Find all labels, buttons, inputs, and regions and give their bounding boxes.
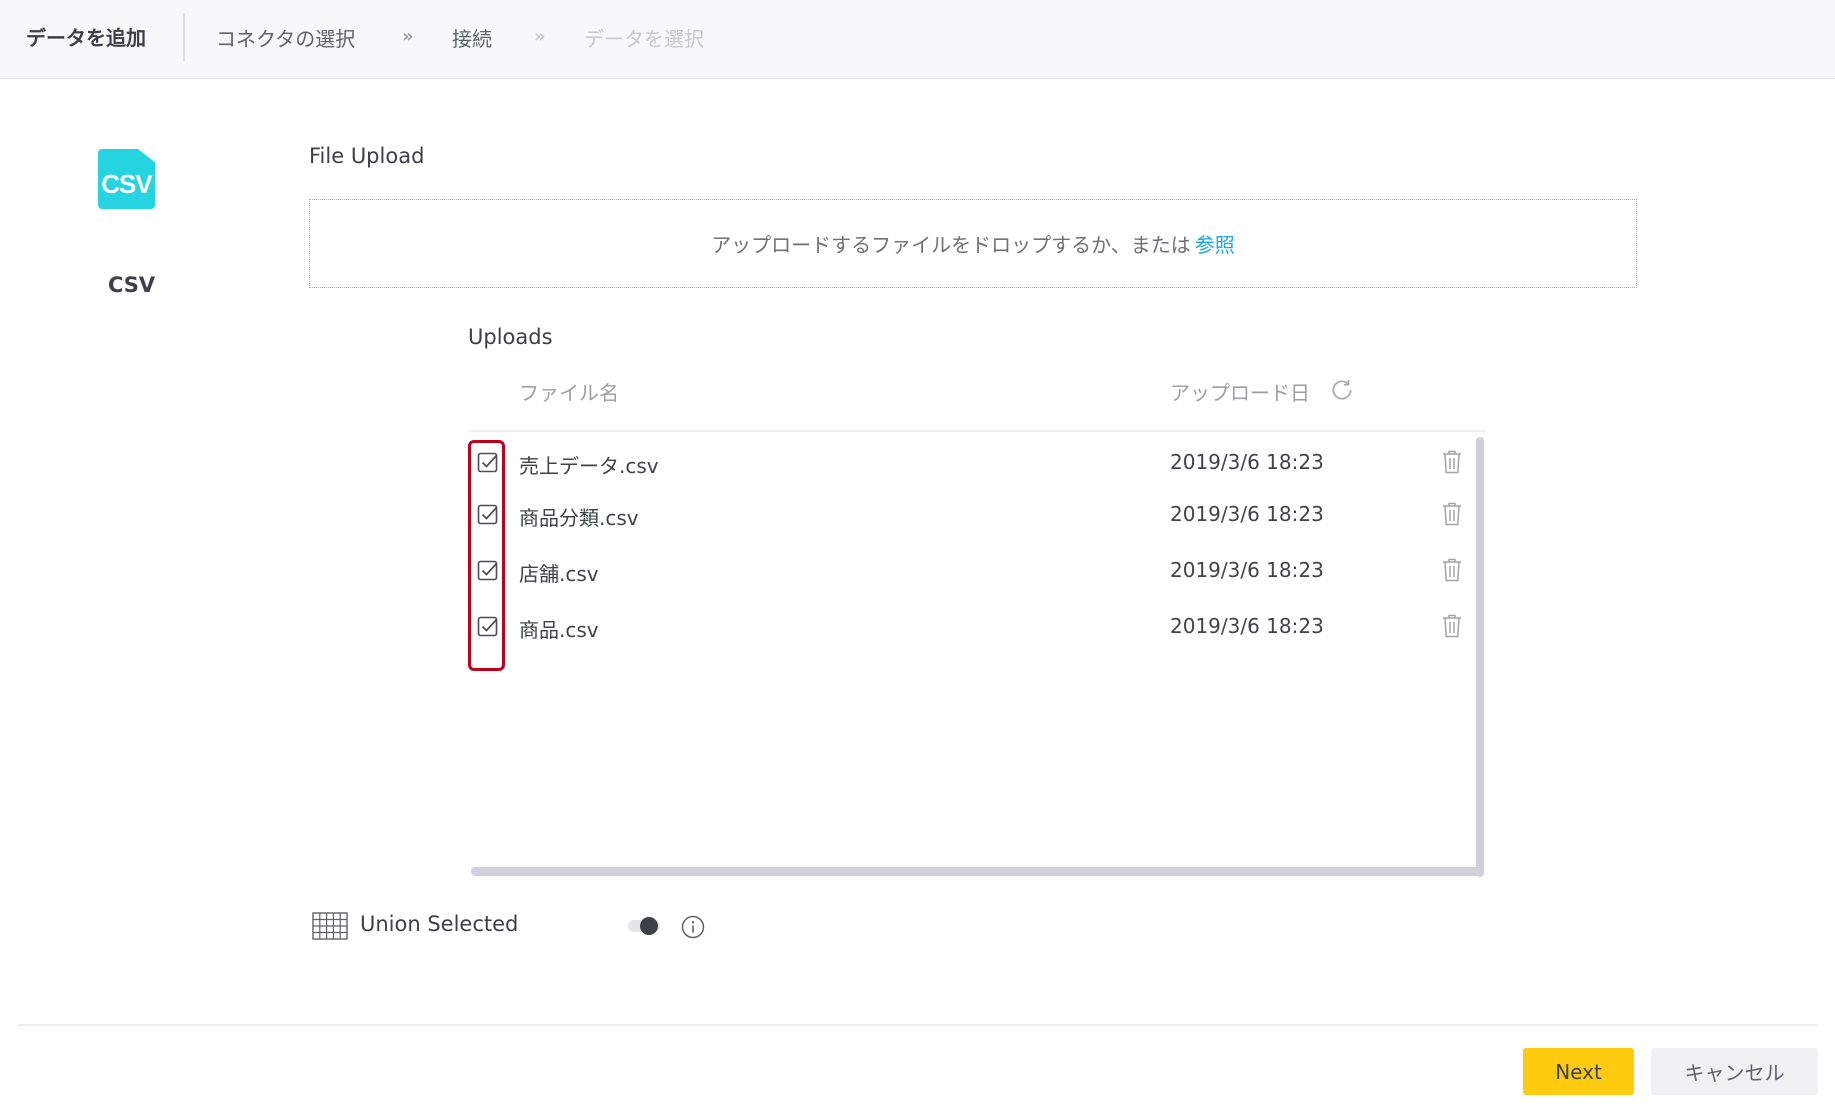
file-name: 商品分類.csv xyxy=(519,506,639,530)
drop-zone-text: アップロードするファイルをドロップするか、または xyxy=(711,233,1191,257)
trash-icon[interactable] xyxy=(1440,501,1464,527)
step-chevron-icon: » xyxy=(402,26,414,47)
file-name: 店舗.csv xyxy=(519,562,599,586)
page-title: データを追加 xyxy=(26,26,146,50)
table-row[interactable]: 商品.csv 2019/3/6 18:23 xyxy=(468,605,1468,649)
upload-date: 2019/3/6 18:23 xyxy=(1170,558,1324,582)
trash-icon[interactable] xyxy=(1440,557,1464,583)
table-row[interactable]: 店舗.csv 2019/3/6 18:23 xyxy=(468,549,1468,593)
uploads-label: Uploads xyxy=(468,325,553,349)
step-select-connector[interactable]: コネクタの選択 xyxy=(216,23,355,52)
file-upload-label: File Upload xyxy=(309,144,425,168)
horizontal-scrollbar[interactable] xyxy=(471,867,1484,876)
step-select-data: データを選択 xyxy=(584,27,704,51)
refresh-icon[interactable] xyxy=(1329,377,1355,403)
checkbox-checked-icon[interactable] xyxy=(476,614,500,638)
wizard-header: データを追加 コネクタの選択 » 接続 » データを選択 xyxy=(0,0,1835,79)
upload-date: 2019/3/6 18:23 xyxy=(1170,450,1324,474)
upload-date: 2019/3/6 18:23 xyxy=(1170,502,1324,526)
step-chevron-icon: » xyxy=(534,26,546,47)
footer-divider xyxy=(18,1024,1818,1026)
column-header-upload-date: アップロード日 xyxy=(1170,381,1310,405)
column-header-file-name: ファイル名 xyxy=(519,381,619,405)
union-toggle[interactable] xyxy=(628,917,660,935)
file-name: 売上データ.csv xyxy=(519,454,659,478)
trash-icon[interactable] xyxy=(1440,449,1464,475)
csv-file-icon: CSV xyxy=(98,149,155,209)
trash-icon[interactable] xyxy=(1440,613,1464,639)
union-selected-label: Union Selected xyxy=(360,912,519,936)
table-row[interactable]: 売上データ.csv 2019/3/6 18:23 xyxy=(468,441,1468,485)
step-connect[interactable]: 接続 xyxy=(452,23,492,52)
grid-icon xyxy=(312,912,348,940)
file-drop-zone[interactable]: アップロードするファイルをドロップするか、または 参照 xyxy=(309,199,1637,288)
checkbox-checked-icon[interactable] xyxy=(476,502,500,526)
info-icon[interactable] xyxy=(681,915,705,939)
file-name: 商品.csv xyxy=(519,618,599,642)
header-divider xyxy=(183,13,185,61)
connector-name: CSV xyxy=(108,273,156,297)
next-button[interactable]: Next xyxy=(1523,1048,1634,1095)
toggle-knob xyxy=(640,917,658,935)
checkbox-checked-icon[interactable] xyxy=(476,450,500,474)
checkbox-checked-icon[interactable] xyxy=(476,558,500,582)
browse-link[interactable]: 参照 xyxy=(1195,229,1235,258)
table-divider xyxy=(468,430,1485,432)
upload-date: 2019/3/6 18:23 xyxy=(1170,614,1324,638)
table-row[interactable]: 商品分類.csv 2019/3/6 18:23 xyxy=(468,493,1468,537)
vertical-scrollbar[interactable] xyxy=(1476,437,1484,877)
cancel-button[interactable]: キャンセル xyxy=(1651,1048,1818,1095)
